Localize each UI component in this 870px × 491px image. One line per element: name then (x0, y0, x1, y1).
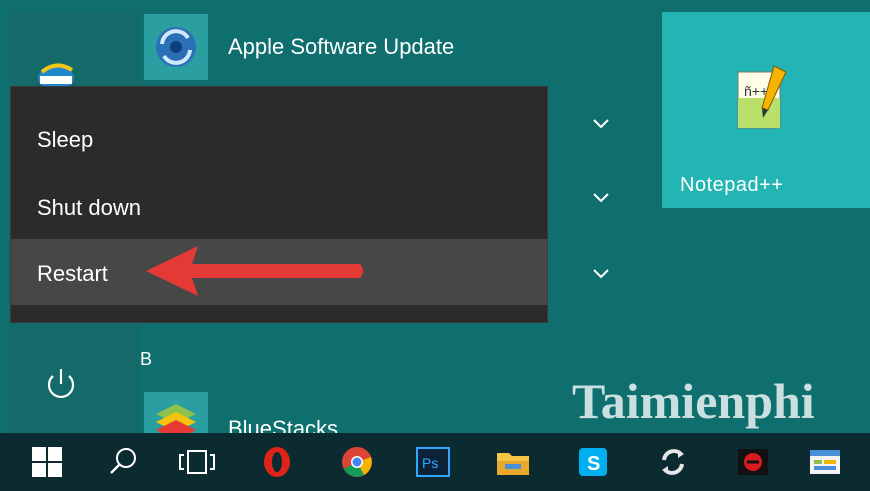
watermark: Taimienphi .vn (572, 372, 847, 448)
menu-item-label: Restart (37, 261, 108, 286)
chrome-icon[interactable] (324, 433, 390, 491)
chevron-down-icon[interactable] (587, 188, 615, 208)
tile-label: Notepad++ (680, 174, 784, 196)
menu-item-shut-down[interactable]: Shut down (11, 173, 547, 239)
search-icon[interactable] (90, 433, 156, 491)
watermark-text: Taimienphi (572, 373, 815, 429)
chevron-down-icon[interactable] (587, 114, 615, 134)
garena-icon[interactable] (720, 433, 786, 491)
power-icon[interactable] (40, 362, 82, 404)
notepad-plus-plus-icon: ñ++ (737, 65, 787, 129)
app-label[interactable]: BlueStacks (228, 416, 338, 434)
sync-icon[interactable] (640, 433, 706, 491)
app-icon[interactable] (792, 433, 858, 491)
tile-notepad-plus-plus[interactable]: ñ++ Notepad++ (662, 12, 870, 208)
apple-software-update-icon (144, 14, 208, 80)
svg-text:Ps: Ps (422, 455, 438, 471)
list-item-apple-software-update[interactable]: Apple Software Update (140, 10, 645, 80)
opera-icon[interactable] (244, 433, 310, 491)
task-view-icon[interactable] (164, 433, 230, 491)
svg-text:S: S (587, 453, 600, 475)
app-label: Apple Software Update (228, 34, 455, 59)
photoshop-icon[interactable]: Ps (400, 433, 466, 491)
file-explorer-icon[interactable] (480, 433, 546, 491)
menu-item-label: Shut down (37, 195, 141, 220)
windows-start-icon[interactable] (14, 433, 80, 491)
skype-icon[interactable]: S (560, 433, 626, 491)
menu-item-sleep[interactable]: Sleep (11, 105, 547, 171)
chevron-down-icon[interactable] (587, 264, 615, 284)
red-arrow-annotation (146, 246, 363, 296)
group-header-b[interactable]: B (140, 349, 152, 370)
svg-text:ñ++: ñ++ (744, 83, 768, 99)
taskbar: Ps S (0, 433, 870, 491)
menu-item-label: Sleep (37, 127, 94, 152)
